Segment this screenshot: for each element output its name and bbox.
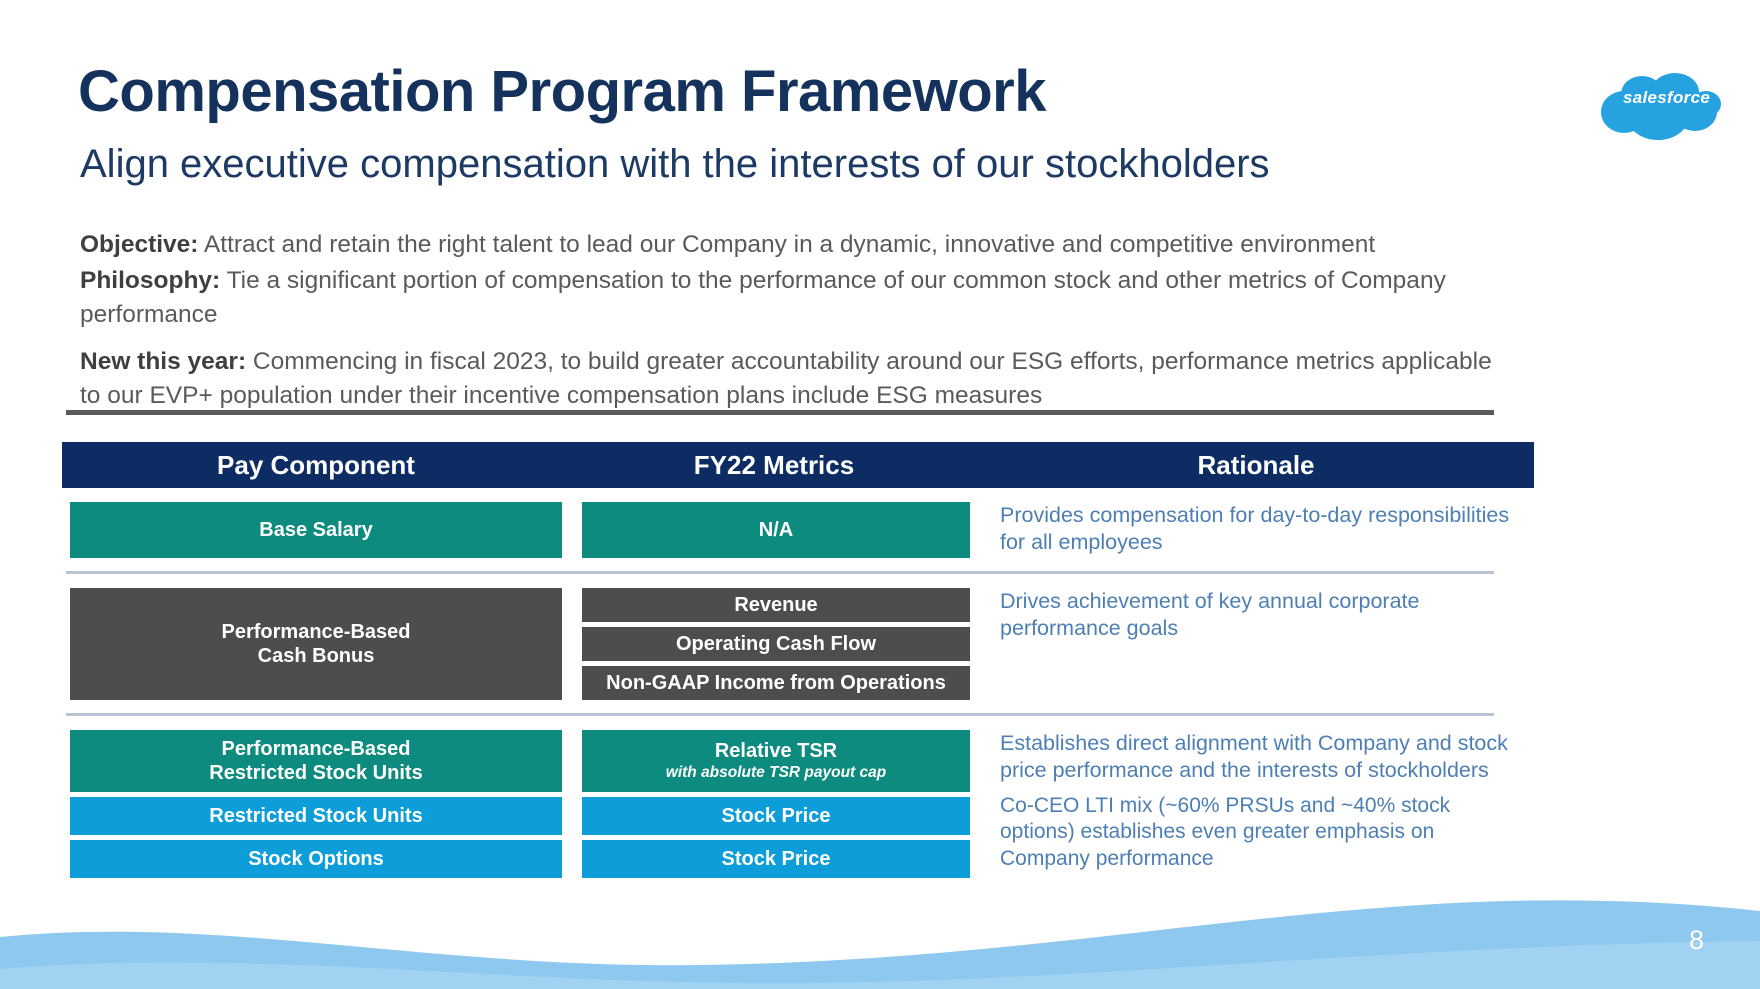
table-chip-label: Stock Price	[721, 804, 831, 827]
table-header-row: Pay Component FY22 Metrics Rationale	[62, 442, 1534, 488]
column-header-fy22-metrics: FY22 Metrics	[693, 449, 855, 480]
column-header-pay-component: Pay Component	[217, 449, 415, 480]
table-chip: Restricted Stock Units	[70, 797, 562, 835]
table-chip: Stock Price	[582, 797, 970, 835]
table-chip-label: Restricted Stock Units	[209, 804, 423, 827]
table-chip-sublabel: with absolute TSR payout cap	[665, 763, 887, 781]
column-header-rationale: Rationale	[1197, 449, 1315, 480]
table-chip: Stock Price	[582, 840, 970, 878]
pay-framework-table: Pay Component FY22 Metrics Rationale Bas…	[62, 442, 1534, 878]
table-chip-label: Stock Options	[248, 847, 384, 870]
cell-fy22-metrics: Relative TSR with absolute TSR payout cap…	[570, 730, 978, 878]
intro-paragraphs: Objective: Attract and retain the right …	[80, 228, 1500, 415]
intro-paragraph-text: Attract and retain the right talent to l…	[198, 231, 1376, 258]
table-row: Base Salary N/A Provides compensation for …	[62, 488, 1534, 558]
table-chip-label: Base Salary	[259, 518, 373, 541]
table-row: Performance-Based Restricted Stock Units R…	[62, 716, 1534, 878]
cell-rationale: Provides compensation for day-to-day res…	[978, 502, 1534, 558]
page-subtitle: Align executive compensation with the in…	[80, 142, 1270, 186]
table-row: Performance-Based Cash Bonus Revenue Operat…	[62, 574, 1534, 700]
intro-paragraph-label: Philosophy:	[80, 266, 221, 294]
table-chip-label: Operating Cash Flow	[675, 632, 877, 655]
page-title: Compensation Program Framework	[78, 59, 1047, 124]
cell-pay-component: Performance-Based Restricted Stock Units R…	[62, 730, 570, 878]
rationale-text-secondary: Co-CEO LTI mix (~60% PRSUs and ~40% stoc…	[1000, 793, 1451, 870]
intro-paragraph-label: New this year:	[80, 348, 247, 376]
table-chip: Operating Cash Flow	[582, 627, 970, 661]
cell-fy22-metrics: N/A	[570, 502, 978, 558]
page-number: 8	[1689, 925, 1705, 955]
intro-paragraph: Objective: Attract and retain the right …	[80, 228, 1500, 262]
table-chip: Performance-Based Restricted Stock Units	[70, 730, 562, 792]
cell-pay-component: Base Salary	[62, 502, 570, 558]
table-chip: Base Salary	[70, 502, 562, 558]
intro-paragraph: New this year: Commencing in fiscal 2023…	[80, 345, 1500, 413]
rationale-text: Drives achievement of key annual corpora…	[1000, 589, 1420, 641]
cell-rationale: Drives achievement of key annual corpora…	[978, 588, 1534, 700]
table-chip: Relative TSR with absolute TSR payout cap	[582, 730, 970, 792]
table-chip: Non-GAAP Income from Operations	[582, 666, 970, 700]
table-chip-label: Performance-Based Restricted Stock Units	[209, 737, 423, 784]
intro-paragraph-text: Commencing in fiscal 2023, to build grea…	[80, 348, 1492, 410]
table-chip: Revenue	[582, 588, 970, 622]
intro-paragraph: Philosophy: Tie a significant portion of…	[80, 264, 1500, 332]
table-chip-label: N/A	[758, 518, 794, 541]
cell-rationale: Establishes direct alignment with Compan…	[978, 730, 1534, 878]
table-chip-label: Revenue	[734, 593, 818, 616]
table-chip-label: Relative TSR with absolute TSR payout cap	[665, 740, 887, 781]
table-chip-label: Non-GAAP Income from Operations	[606, 671, 946, 694]
salesforce-cloud-logo-icon	[1601, 73, 1721, 140]
rationale-text: Provides compensation for day-to-day res…	[1000, 503, 1510, 555]
intro-paragraph-text: Tie a significant portion of compensatio…	[80, 266, 1446, 328]
slide-canvas: Compensation Program Framework Align exe…	[0, 0, 1760, 989]
table-chip-label: Performance-Based Cash Bonus	[221, 620, 411, 667]
table-chip-label: Stock Price	[721, 847, 831, 870]
intro-paragraph-label: Objective:	[80, 231, 199, 258]
rationale-text: Establishes direct alignment with Compan…	[1000, 731, 1508, 783]
table-chip: N/A	[582, 502, 970, 558]
table-chip: Stock Options	[70, 840, 562, 878]
cell-pay-component: Performance-Based Cash Bonus	[62, 588, 570, 700]
cell-fy22-metrics: Revenue Operating Cash Flow Non-GAAP Incom…	[570, 588, 978, 700]
table-body: Base Salary N/A Provides compensation for …	[62, 488, 1534, 878]
table-chip: Performance-Based Cash Bonus	[70, 588, 562, 700]
section-divider	[66, 410, 1494, 415]
